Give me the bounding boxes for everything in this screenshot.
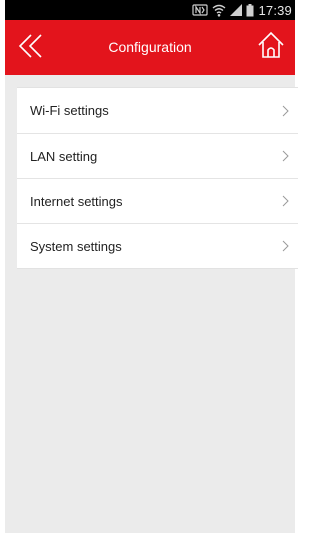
menu-item-wifi-settings[interactable]: Wi-Fi settings <box>17 88 298 133</box>
double-chevron-left-icon <box>17 33 45 64</box>
menu-item-internet-settings[interactable]: Internet settings <box>17 178 298 223</box>
nfc-icon <box>192 4 209 16</box>
wifi-icon <box>212 4 226 17</box>
signal-icon <box>230 4 243 16</box>
chevron-right-icon <box>282 195 290 207</box>
chevron-right-icon <box>282 240 290 252</box>
screen: 17:39 Configuration Wi-Fi settings LAN s… <box>0 0 300 533</box>
battery-icon <box>246 3 254 17</box>
menu-item-label: LAN setting <box>30 148 98 164</box>
menu-item-label: Wi-Fi settings <box>30 103 109 118</box>
app-bar: Configuration <box>5 20 295 75</box>
menu-item-label: System settings <box>30 238 122 254</box>
content-area: Wi-Fi settings LAN setting Internet sett… <box>5 75 298 533</box>
chevron-right-icon <box>282 150 290 162</box>
chevron-right-icon <box>282 105 290 117</box>
home-button[interactable] <box>253 29 289 65</box>
menu-item-system-settings[interactable]: System settings <box>17 223 298 268</box>
status-time: 17:39 <box>258 2 292 18</box>
back-button[interactable] <box>13 30 49 66</box>
home-icon <box>257 31 285 64</box>
menu-item-lan-setting[interactable]: LAN setting <box>17 133 298 178</box>
menu-item-label: Internet settings <box>30 193 123 209</box>
status-bar: 17:39 <box>5 0 295 20</box>
settings-menu: Wi-Fi settings LAN setting Internet sett… <box>17 87 298 269</box>
